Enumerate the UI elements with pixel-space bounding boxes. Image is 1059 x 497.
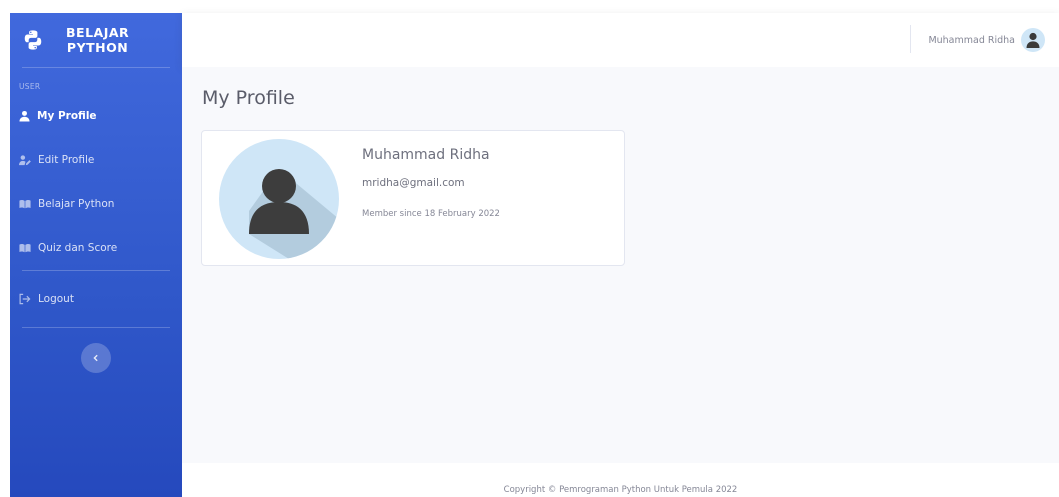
sidebar-brand[interactable]: BELAJAR PYTHON [10,13,182,67]
footer: Copyright © Pemrograman Python Untuk Pem… [182,463,1059,497]
user-edit-icon [19,155,31,166]
book-open-icon [19,243,31,253]
sidebar-item-label: My Profile [37,110,97,122]
sidebar-toggle-wrap [10,328,182,373]
profile-photo [219,139,339,259]
topbar: Muhammad Ridha [182,13,1059,67]
topbar-divider [910,25,911,53]
topbar-user-name: Muhammad Ridha [928,34,1015,46]
sidebar-item-my-profile[interactable]: My Profile [10,94,182,138]
python-logo-icon [24,30,42,50]
sidebar-item-belajar-python[interactable]: Belajar Python [10,182,182,226]
profile-member-since: Member since 18 February 2022 [362,209,500,219]
brand-name: BELAJAR PYTHON [66,25,129,55]
sidebar-item-label: Logout [38,293,74,305]
sidebar-item-label: Edit Profile [38,154,95,166]
sidebar-item-logout[interactable]: Logout [10,271,182,327]
sidebar: BELAJAR PYTHON USER My Profile Edit Prof… [10,13,182,497]
brand-line-1: BELAJAR [66,25,130,40]
profile-card: Muhammad Ridha mridha@gmail.com Member s… [201,130,625,266]
book-open-icon [19,199,31,209]
sidebar-item-label: Quiz dan Score [38,242,118,254]
sidebar-item-quiz-dan-score[interactable]: Quiz dan Score [10,226,182,270]
main-content: My Profile Muhammad Ridha mridha@gmail.c… [182,67,1059,463]
sign-out-icon [19,293,31,305]
user-avatar-icon [249,169,339,259]
user-avatar-icon [1021,28,1045,52]
sidebar-toggle-button[interactable] [81,343,111,373]
footer-copyright: Copyright © Pemrograman Python Untuk Pem… [503,485,738,495]
profile-email: mridha@gmail.com [362,177,465,189]
page-title: My Profile [202,87,295,109]
sidebar-item-label: Belajar Python [38,198,115,210]
user-dropdown[interactable]: Muhammad Ridha [928,26,1045,54]
profile-name: Muhammad Ridha [362,147,490,163]
sidebar-section-heading: USER [19,82,41,91]
sidebar-item-edit-profile[interactable]: Edit Profile [10,138,182,182]
brand-line-2: PYTHON [66,40,129,55]
user-icon [19,110,30,122]
chevron-left-icon [93,354,98,362]
